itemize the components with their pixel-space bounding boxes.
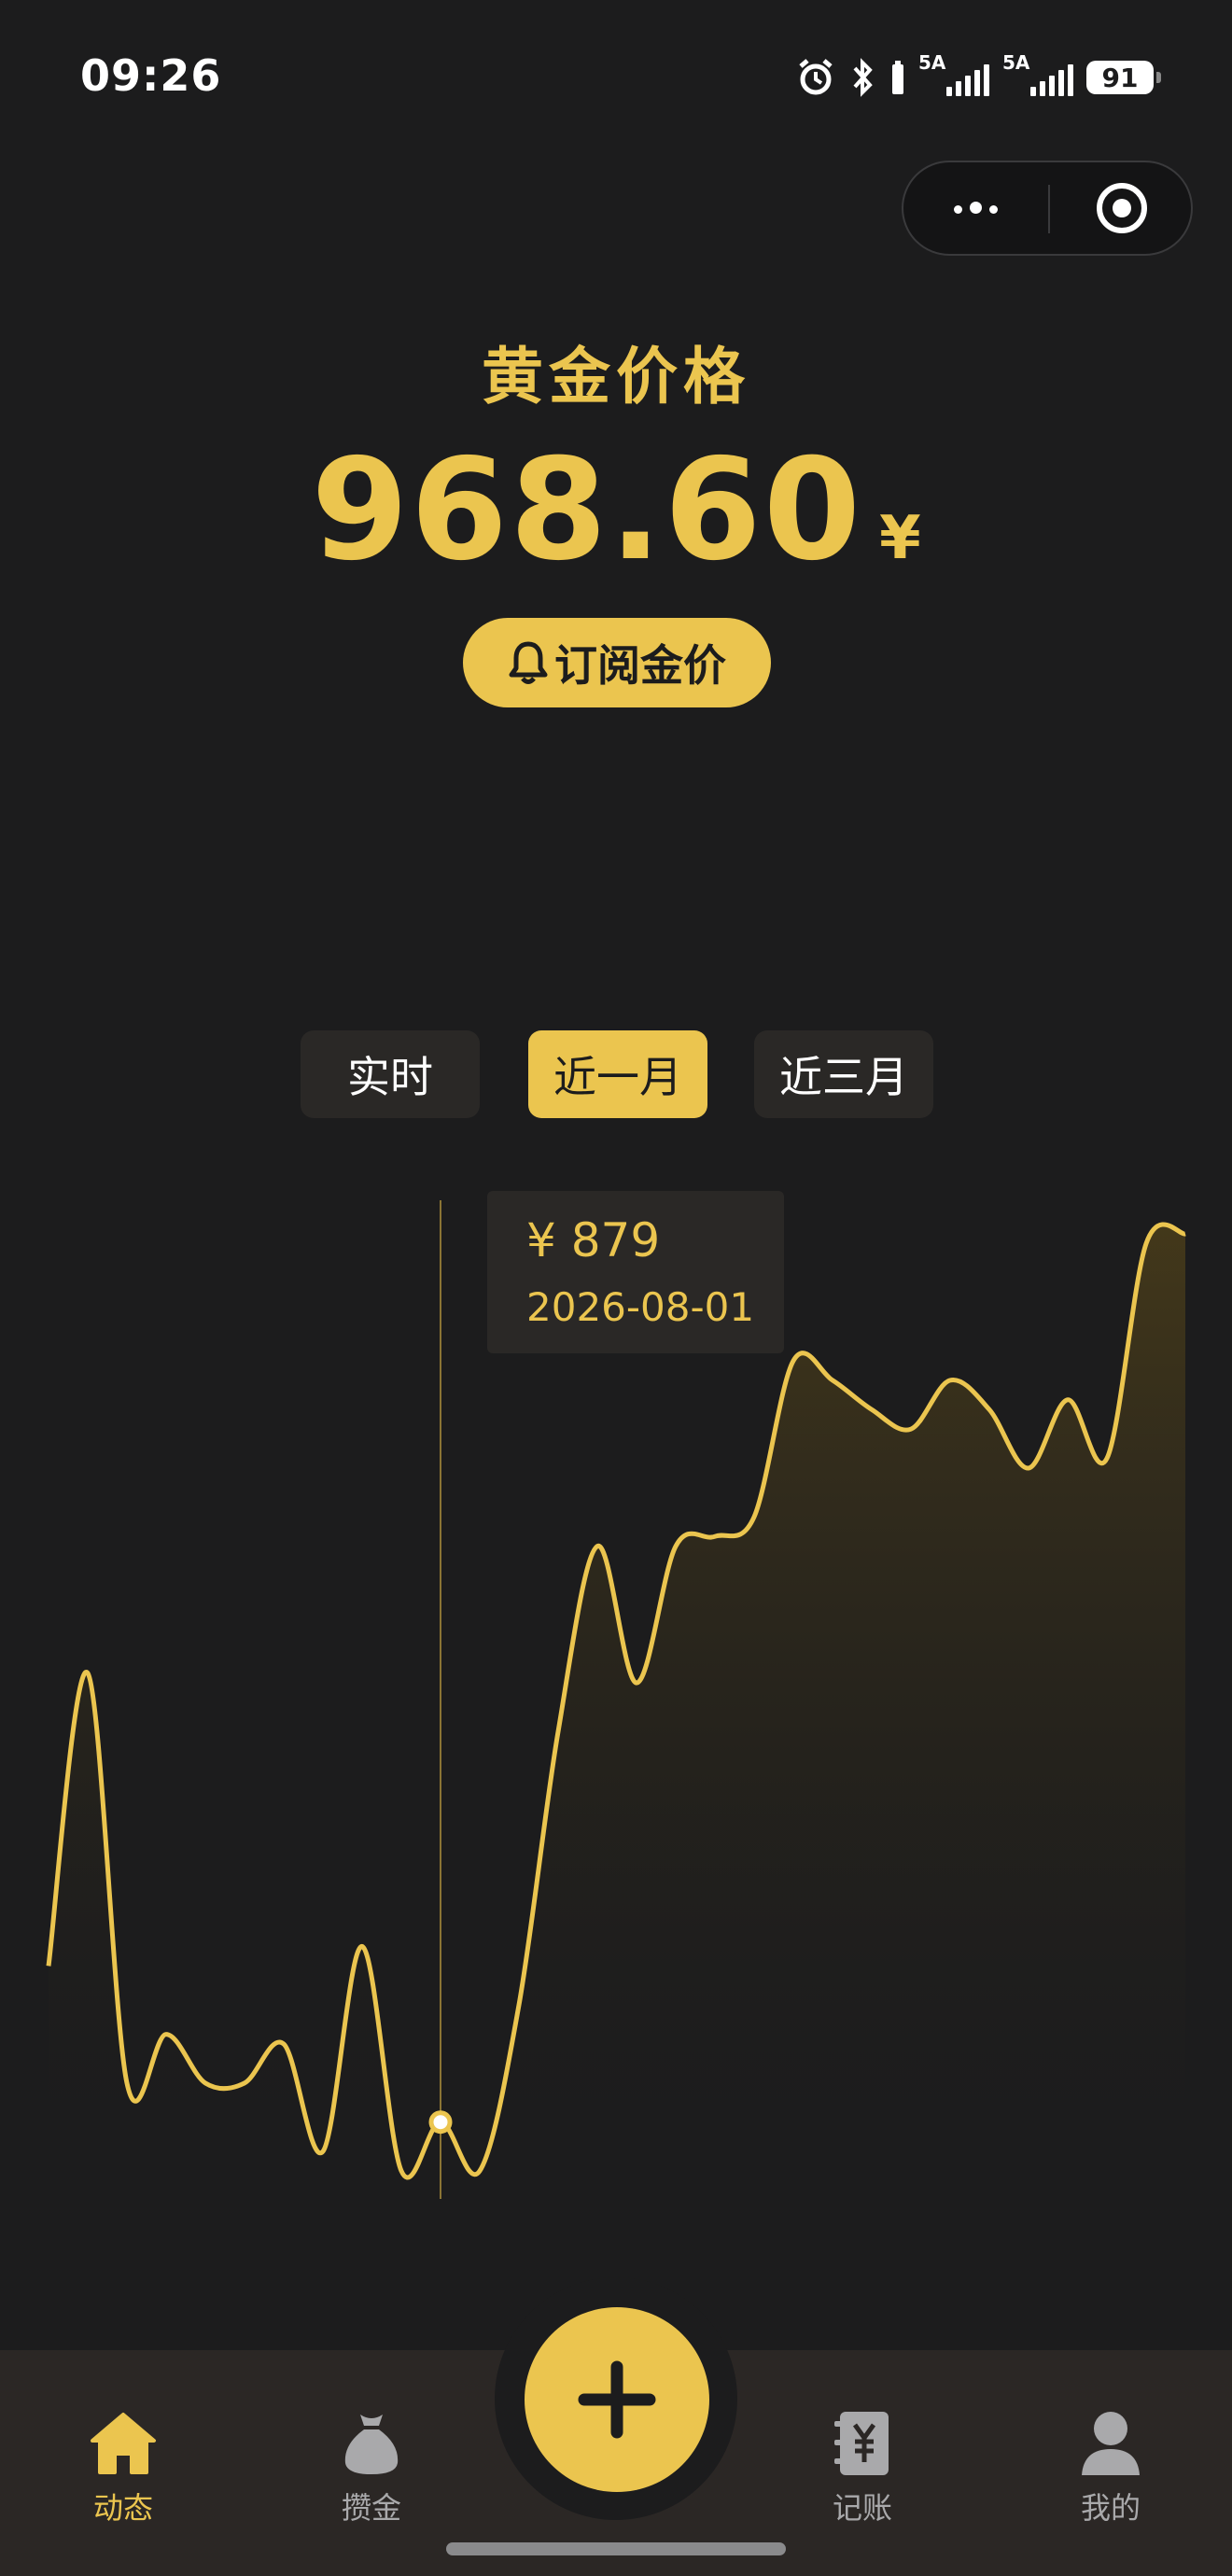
subscribe-label: 订阅金价 (554, 640, 726, 691)
capsule-menu (902, 161, 1193, 256)
tab-realtime[interactable]: 实时 (301, 1030, 480, 1118)
battery-saver-icon (892, 61, 903, 94)
ledger-icon (834, 2412, 889, 2475)
network-type-1: 5A (918, 51, 946, 74)
tooltip-date: 2026-08-01 (526, 1284, 755, 1330)
battery-indicator: 91 (1086, 61, 1161, 94)
nav-item-ledger[interactable]: 记账 (778, 2408, 946, 2527)
close-button[interactable] (1050, 162, 1193, 254)
gold-price: 968.60 ¥ (0, 429, 1232, 592)
money-bag-icon (344, 2415, 399, 2474)
add-button[interactable] (525, 2307, 709, 2492)
nav-label: 攒金 (341, 2490, 401, 2526)
nav-item-save-gold[interactable]: 攒金 (287, 2408, 455, 2527)
nav-label: 记账 (832, 2490, 892, 2526)
home-icon (91, 2413, 156, 2474)
bell-icon (509, 641, 548, 684)
nav-label: 动态 (92, 2490, 153, 2526)
target-close-icon (1096, 183, 1147, 233)
chart-tooltip: ¥ 879 2026-08-01 (487, 1191, 784, 1353)
bluetooth-icon (853, 58, 873, 97)
status-time: 09:26 (80, 50, 222, 101)
tab-one-month[interactable]: 近一月 (528, 1030, 707, 1118)
signal-1: 5A (918, 51, 989, 96)
status-bar: 09:26 5A 5A 91 (0, 0, 1232, 159)
alarm-icon (799, 59, 833, 95)
nav-label: 我的 (1080, 2490, 1141, 2526)
nav-item-dynamics[interactable]: 动态 (39, 2408, 207, 2527)
plus-icon (578, 2360, 656, 2439)
more-button[interactable] (903, 162, 1048, 254)
signal-bars-icon (946, 63, 989, 96)
page-title: 黄金价格 (482, 341, 750, 413)
chart-highlight-point (428, 2110, 453, 2135)
user-icon (1082, 2412, 1140, 2475)
tab-three-months[interactable]: 近三月 (754, 1030, 933, 1118)
signal-2: 5A (1002, 51, 1073, 96)
nav-item-profile[interactable]: 我的 (1027, 2408, 1195, 2527)
status-icons: 5A 5A 91 (795, 51, 1161, 101)
price-currency: ¥ (879, 504, 921, 573)
network-type-2: 5A (1002, 51, 1030, 74)
price-value: 968.60 (311, 429, 863, 592)
more-dots-icon (950, 200, 1001, 217)
subscribe-price-button[interactable]: 订阅金价 (463, 618, 771, 707)
signal-bars-icon (1030, 63, 1073, 96)
chart-area-fill (49, 1224, 1185, 2212)
tooltip-value: ¥ 879 (526, 1213, 661, 1267)
home-indicator (446, 2542, 786, 2555)
